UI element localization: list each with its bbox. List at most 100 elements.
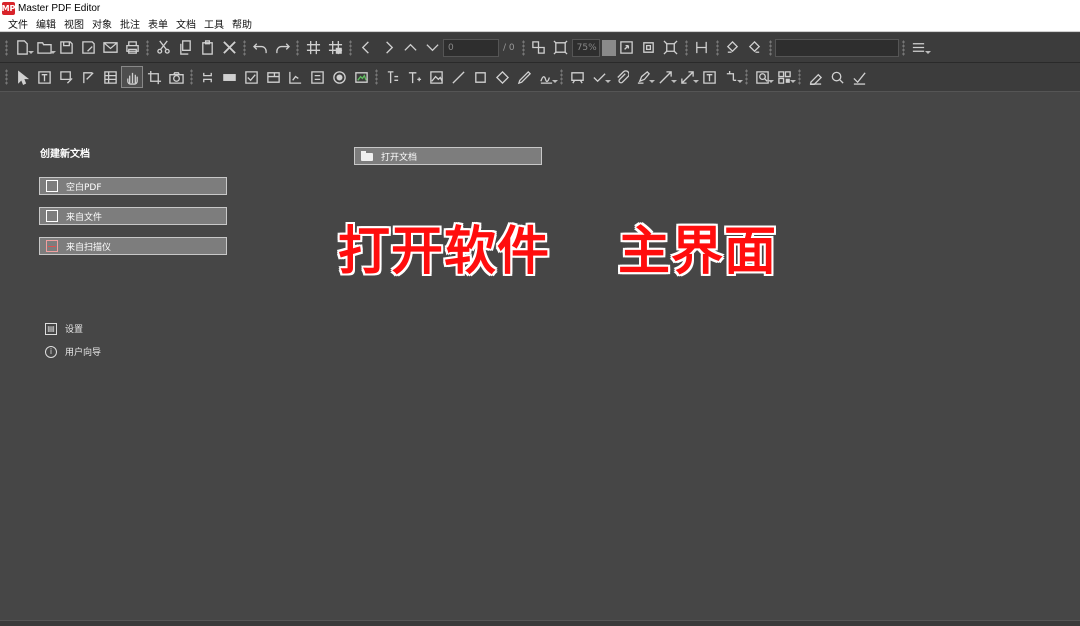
rotate-left-icon[interactable] xyxy=(722,37,744,59)
menu-object[interactable]: 对象 xyxy=(88,16,116,31)
prev-page-icon[interactable] xyxy=(355,37,377,59)
crop-tool-icon[interactable] xyxy=(720,66,743,88)
line-icon[interactable] xyxy=(447,66,469,88)
fit-width-icon[interactable] xyxy=(638,37,660,59)
from-file-button[interactable]: 来自文件 xyxy=(39,207,227,225)
new-document-icon[interactable] xyxy=(11,37,34,59)
highlight-icon[interactable] xyxy=(632,66,655,88)
text-field-icon[interactable] xyxy=(306,66,328,88)
grid-icon[interactable] xyxy=(302,37,324,59)
menu-tools[interactable]: 工具 xyxy=(200,16,228,31)
split-view-icon[interactable] xyxy=(691,37,713,59)
next-page-icon[interactable] xyxy=(377,37,399,59)
rectangle-icon[interactable] xyxy=(469,66,491,88)
link-icon[interactable] xyxy=(196,66,218,88)
save-as-icon[interactable] xyxy=(77,37,99,59)
menu-edit[interactable]: 编辑 xyxy=(32,16,60,31)
open-document-button[interactable]: 打开文档 xyxy=(354,147,542,165)
image-field-icon[interactable] xyxy=(350,66,372,88)
check-tool-icon[interactable] xyxy=(848,66,870,88)
menu-comment[interactable]: 批注 xyxy=(116,16,144,31)
cut-icon[interactable] xyxy=(152,37,174,59)
hand-icon[interactable] xyxy=(121,66,143,88)
ocr-icon[interactable] xyxy=(751,66,774,88)
save-icon[interactable] xyxy=(55,37,77,59)
text-select-icon[interactable] xyxy=(33,66,55,88)
measure-icon[interactable] xyxy=(676,66,699,88)
toolbar-grip[interactable] xyxy=(146,39,149,56)
blank-pdf-button[interactable]: 空白PDF xyxy=(39,177,227,195)
toolbar-grip[interactable] xyxy=(715,39,719,56)
page-number-input[interactable]: 0 xyxy=(443,38,499,57)
arrow-line-icon[interactable] xyxy=(654,66,677,88)
email-icon[interactable] xyxy=(99,37,121,59)
toolbar-grip[interactable] xyxy=(745,69,748,85)
pencil-icon[interactable] xyxy=(513,66,535,88)
first-page-icon[interactable] xyxy=(399,37,421,59)
radio-icon[interactable] xyxy=(328,66,350,88)
rotate-right-icon[interactable] xyxy=(744,37,766,59)
toolbar-grip[interactable] xyxy=(5,39,8,56)
eraser-icon[interactable] xyxy=(804,66,826,88)
toolbar-grip[interactable] xyxy=(560,69,563,85)
paste-icon[interactable] xyxy=(196,37,218,59)
toolbar-grip[interactable] xyxy=(5,69,8,85)
attach-icon[interactable] xyxy=(610,66,632,88)
signature-field-icon[interactable] xyxy=(284,66,306,88)
edit-text-icon[interactable] xyxy=(55,66,77,88)
edit-object-icon[interactable] xyxy=(77,66,99,88)
search-input[interactable] xyxy=(774,38,899,57)
qr-icon[interactable] xyxy=(773,66,796,88)
menu-forms[interactable]: 表单 xyxy=(144,16,172,31)
toolbar-grip[interactable] xyxy=(684,39,688,56)
from-scanner-button[interactable]: 来自扫描仪 xyxy=(39,237,227,255)
delete-icon[interactable] xyxy=(218,37,240,59)
fit-page-icon[interactable] xyxy=(528,37,550,59)
checkmark-icon[interactable] xyxy=(588,66,611,88)
add-text-icon[interactable] xyxy=(381,66,403,88)
table-icon[interactable] xyxy=(99,66,121,88)
toolbar-grip[interactable] xyxy=(901,39,905,56)
toolbar-grip[interactable] xyxy=(768,39,772,56)
select-icon[interactable] xyxy=(11,66,33,88)
toolbar-grip[interactable] xyxy=(243,39,246,56)
toolbar-grip[interactable] xyxy=(349,39,352,56)
copy-icon[interactable] xyxy=(174,37,196,59)
polygon-icon[interactable] xyxy=(491,66,513,88)
menu-file[interactable]: 文件 xyxy=(4,16,32,31)
toolbar-grip[interactable] xyxy=(521,39,525,56)
menu-icon[interactable] xyxy=(908,37,931,59)
actual-size-icon[interactable] xyxy=(550,37,572,59)
last-page-icon[interactable] xyxy=(421,37,443,59)
zoom-dropdown-button[interactable] xyxy=(601,39,616,56)
menu-document[interactable]: 文档 xyxy=(172,16,200,31)
redo-icon[interactable] xyxy=(271,37,293,59)
stamp-icon[interactable] xyxy=(566,66,588,88)
listbox-icon[interactable] xyxy=(262,66,284,88)
menu-view[interactable]: 视图 xyxy=(60,16,88,31)
toolbar-grip[interactable] xyxy=(296,39,299,56)
add-image-icon[interactable] xyxy=(425,66,447,88)
snap-grid-icon[interactable] xyxy=(324,37,346,59)
toolbar-grip[interactable] xyxy=(190,69,193,85)
menu-help[interactable]: 帮助 xyxy=(228,16,256,31)
crop-icon[interactable] xyxy=(143,66,165,88)
zoom-tool-icon[interactable] xyxy=(826,66,848,88)
open-folder-icon[interactable] xyxy=(33,37,56,59)
user-guide-link[interactable]: i 用户向导 xyxy=(45,345,101,358)
zoom-input[interactable]: 75% xyxy=(571,38,600,57)
print-icon[interactable] xyxy=(121,37,143,59)
undo-icon[interactable] xyxy=(249,37,271,59)
signature-icon[interactable] xyxy=(535,66,558,88)
settings-link[interactable]: ▤ 设置 xyxy=(45,322,83,335)
fit-height-icon[interactable] xyxy=(660,37,682,59)
toolbar-grip[interactable] xyxy=(375,69,378,85)
page-total: / 0 xyxy=(503,42,515,53)
textbox-icon[interactable] xyxy=(698,66,720,88)
zoom-in-icon[interactable] xyxy=(616,37,638,59)
toolbar-grip[interactable] xyxy=(798,69,801,85)
checkbox-icon[interactable] xyxy=(240,66,262,88)
snapshot-icon[interactable] xyxy=(165,66,187,88)
button-icon[interactable] xyxy=(218,66,240,88)
typewriter-icon[interactable] xyxy=(403,66,425,88)
